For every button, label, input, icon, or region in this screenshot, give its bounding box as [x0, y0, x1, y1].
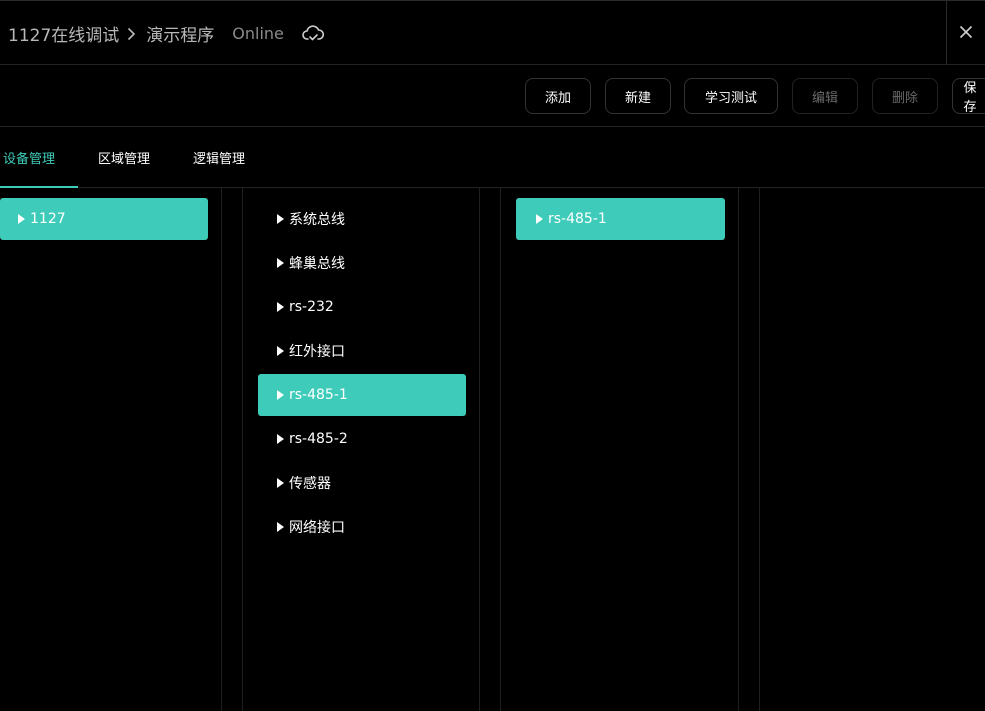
device-item-1127[interactable]: 1127 — [0, 198, 208, 240]
list-item-label: rs-485-2 — [289, 431, 348, 447]
close-icon — [959, 24, 973, 43]
caret-right-icon — [18, 214, 25, 224]
interface-item-rs-232[interactable]: rs-232 — [258, 286, 466, 328]
tab-bar: 设备管理 区域管理 逻辑管理 — [0, 127, 985, 188]
caret-right-icon — [536, 214, 543, 224]
interface-item-network[interactable]: 网络接口 — [258, 506, 466, 548]
port-item-rs-485-1[interactable]: rs-485-1 — [516, 198, 725, 240]
list-item-label: 蜂巢总线 — [289, 256, 345, 272]
save-button[interactable]: 保存 — [952, 78, 985, 114]
interface-item-infrared[interactable]: 红外接口 — [258, 330, 466, 372]
list-item-label: 系统总线 — [289, 212, 345, 228]
column-divider — [242, 188, 243, 711]
add-button[interactable]: 添加 — [525, 78, 591, 114]
caret-right-icon — [277, 346, 284, 356]
chevron-right-icon — [127, 27, 136, 41]
column-divider — [759, 188, 760, 711]
delete-button[interactable]: 删除 — [872, 78, 938, 114]
breadcrumb-parent[interactable]: 1127在线调试 — [8, 21, 119, 46]
learn-test-button[interactable]: 学习测试 — [684, 78, 778, 114]
list-item-label: 1127 — [30, 211, 66, 227]
tab-device-management[interactable]: 设备管理 — [3, 127, 55, 187]
list-item-label: rs-485-1 — [289, 387, 348, 403]
breadcrumb: 1127在线调试 演示程序 Online — [8, 1, 324, 66]
caret-right-icon — [277, 214, 284, 224]
caret-right-icon — [277, 434, 284, 444]
column-divider — [738, 188, 739, 711]
column-divider — [479, 188, 480, 711]
interface-item-sensor[interactable]: 传感器 — [258, 462, 466, 504]
edit-button[interactable]: 编辑 — [792, 78, 858, 114]
column-divider — [500, 188, 501, 711]
interface-item-system-bus[interactable]: 系统总线 — [258, 198, 466, 240]
caret-right-icon — [277, 302, 284, 312]
caret-right-icon — [277, 522, 284, 532]
list-item-label: 传感器 — [289, 476, 331, 492]
interface-item-rs-485-1[interactable]: rs-485-1 — [258, 374, 466, 416]
toolbar: 添加 新建 学习测试 编辑 删除 保存 — [0, 65, 985, 127]
cloud-check-icon — [302, 24, 324, 43]
connection-status: Online — [232, 24, 284, 43]
active-tab-indicator — [0, 186, 78, 188]
caret-right-icon — [277, 258, 284, 268]
list-item-label: rs-232 — [289, 299, 334, 315]
list-item-label: 红外接口 — [289, 344, 345, 360]
list-item-label: 网络接口 — [289, 520, 345, 536]
tab-area-management[interactable]: 区域管理 — [98, 127, 150, 187]
column-divider — [221, 188, 222, 711]
close-button[interactable] — [946, 1, 985, 65]
list-item-label: rs-485-1 — [548, 211, 607, 227]
breadcrumb-current: 演示程序 — [146, 26, 215, 46]
title-bar: 1127在线调试 演示程序 Online — [0, 0, 985, 65]
app-window: 1127在线调试 演示程序 Online 添加 新建 学习测试 编辑 删除 保存… — [0, 0, 985, 711]
interface-item-hive-bus[interactable]: 蜂巢总线 — [258, 242, 466, 284]
caret-right-icon — [277, 390, 284, 400]
caret-right-icon — [277, 478, 284, 488]
new-button[interactable]: 新建 — [605, 78, 671, 114]
tab-logic-management[interactable]: 逻辑管理 — [193, 127, 245, 187]
interface-item-rs-485-2[interactable]: rs-485-2 — [258, 418, 466, 460]
